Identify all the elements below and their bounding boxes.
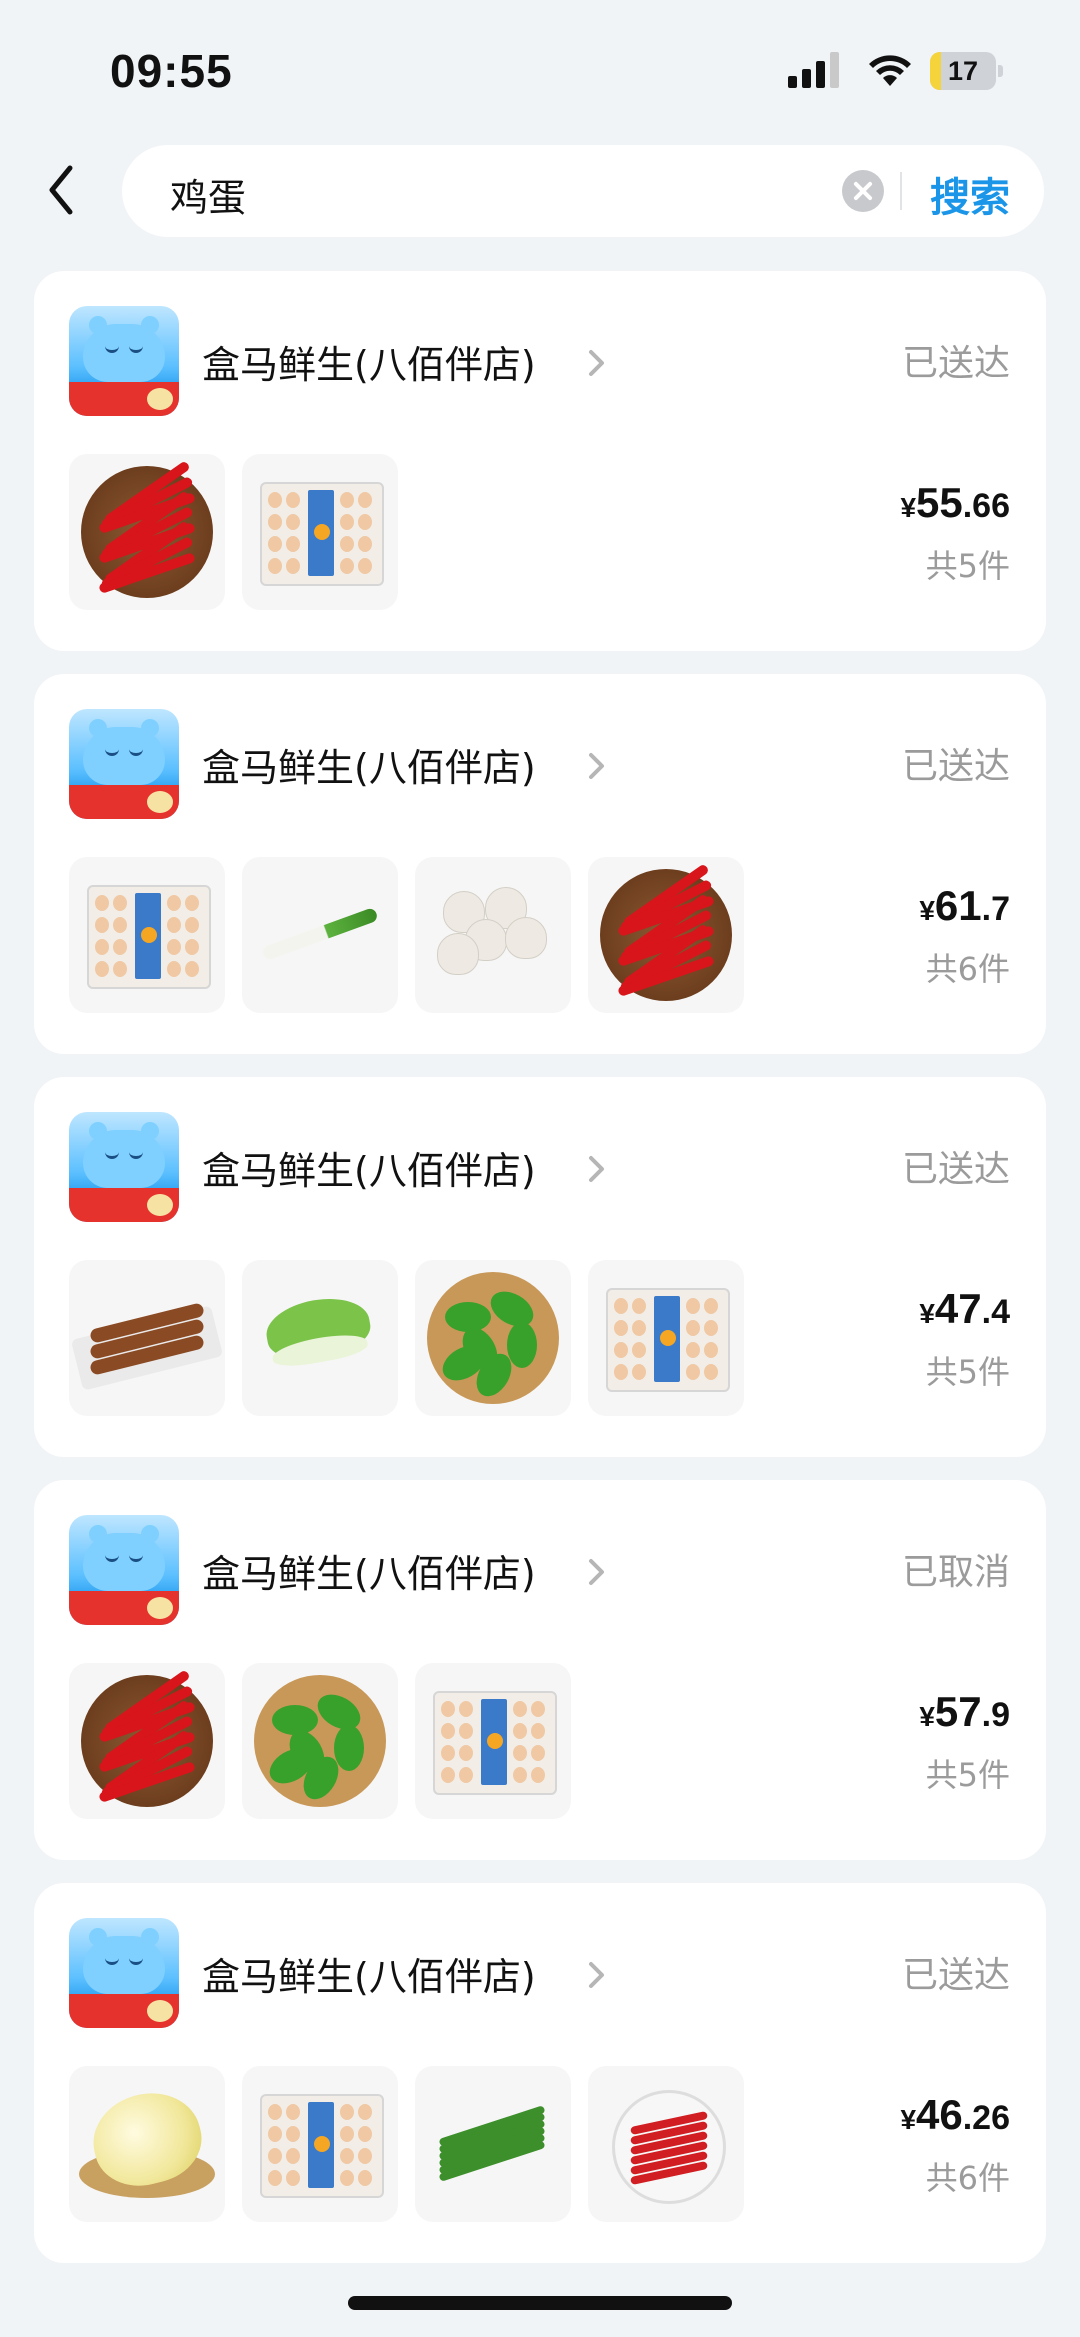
clear-icon[interactable]: [842, 170, 884, 212]
order-status: 已送达: [901, 746, 1010, 787]
product-thumbnail-red-chili-plate[interactable]: [588, 2066, 744, 2222]
status-bar: 09:55 17: [0, 0, 1080, 140]
product-thumbnail-egg-tray[interactable]: [588, 1260, 744, 1416]
item-count: 共5件: [925, 1353, 1010, 1391]
order-card[interactable]: 盒马鲜生(八佰伴店) 已送达 ¥61.7 共6件: [34, 674, 1046, 1054]
store-name[interactable]: 盒马鲜生(八佰伴店): [202, 334, 536, 389]
store-logo: [69, 709, 179, 819]
product-thumbnail-egg-tray[interactable]: [242, 454, 398, 610]
order-card[interactable]: 盒马鲜生(八佰伴店) 已送达 ¥46.26 共6件: [34, 1883, 1046, 2263]
cellular-signal-icon: [788, 52, 839, 88]
order-card[interactable]: 盒马鲜生(八佰伴店) 已送达 ¥55.66 共5件: [34, 271, 1046, 651]
product-thumbnail-egg-tray[interactable]: [69, 857, 225, 1013]
store-logo: [69, 1112, 179, 1222]
product-thumbnail-egg-tray[interactable]: [242, 2066, 398, 2222]
product-thumbnail-napa-cabbage[interactable]: [69, 2066, 225, 2222]
item-count: 共6件: [925, 2159, 1010, 2197]
order-price: ¥47.4: [919, 1285, 1010, 1332]
home-indicator: [348, 2296, 732, 2310]
item-count: 共5件: [925, 1756, 1010, 1794]
order-price: ¥61.7: [919, 882, 1010, 929]
product-thumbnail-meat-sticks[interactable]: [69, 1260, 225, 1416]
store-name[interactable]: 盒马鲜生(八佰伴店): [202, 737, 536, 792]
product-thumbnail-red-chili[interactable]: [69, 1663, 225, 1819]
order-card[interactable]: 盒马鲜生(八佰伴店) 已取消 ¥57.9 共5件: [34, 1480, 1046, 1860]
product-thumbnail-egg-tray[interactable]: [415, 1663, 571, 1819]
order-price: ¥55.66: [900, 479, 1010, 526]
battery-level: 17: [947, 56, 979, 86]
battery-icon: 17: [930, 52, 1003, 90]
store-logo: [69, 1918, 179, 2028]
order-status: 已送达: [901, 1149, 1010, 1190]
item-count: 共6件: [925, 950, 1010, 988]
product-thumbnail-green-pepper[interactable]: [415, 1260, 571, 1416]
clock: 09:55: [110, 45, 233, 97]
store-name[interactable]: 盒马鲜生(八佰伴店): [202, 1946, 536, 2001]
order-status: 已送达: [901, 1955, 1010, 1996]
search-bar[interactable]: 鸡蛋 搜索: [122, 145, 1044, 237]
product-thumbnail-bok-choy[interactable]: [242, 1260, 398, 1416]
chevron-right-icon[interactable]: [582, 1154, 612, 1184]
search-divider: [900, 172, 902, 210]
store-name[interactable]: 盒马鲜生(八佰伴店): [202, 1140, 536, 1195]
search-input[interactable]: 鸡蛋: [170, 167, 246, 222]
store-logo: [69, 1515, 179, 1625]
back-arrow-icon[interactable]: [40, 160, 84, 220]
order-price: ¥46.26: [900, 2091, 1010, 2138]
order-status: 已送达: [901, 343, 1010, 384]
product-thumbnail-green-pepper[interactable]: [242, 1663, 398, 1819]
product-thumbnail-red-chili[interactable]: [588, 857, 744, 1013]
product-thumbnail-green-beans[interactable]: [415, 2066, 571, 2222]
wifi-icon: [869, 55, 911, 86]
chevron-right-icon[interactable]: [582, 1557, 612, 1587]
search-button[interactable]: 搜索: [930, 165, 1010, 223]
item-count: 共5件: [925, 547, 1010, 585]
chevron-right-icon[interactable]: [582, 1960, 612, 1990]
chevron-right-icon[interactable]: [582, 348, 612, 378]
store-name[interactable]: 盒马鲜生(八佰伴店): [202, 1543, 536, 1598]
order-card[interactable]: 盒马鲜生(八佰伴店) 已送达 ¥47.4 共5件: [34, 1077, 1046, 1457]
product-thumbnail-red-chili[interactable]: [69, 454, 225, 610]
product-thumbnail-garlic[interactable]: [415, 857, 571, 1013]
order-price: ¥57.9: [919, 1688, 1010, 1735]
product-thumbnail-leek[interactable]: [242, 857, 398, 1013]
chevron-right-icon[interactable]: [582, 751, 612, 781]
order-status: 已取消: [901, 1552, 1010, 1593]
store-logo: [69, 306, 179, 416]
